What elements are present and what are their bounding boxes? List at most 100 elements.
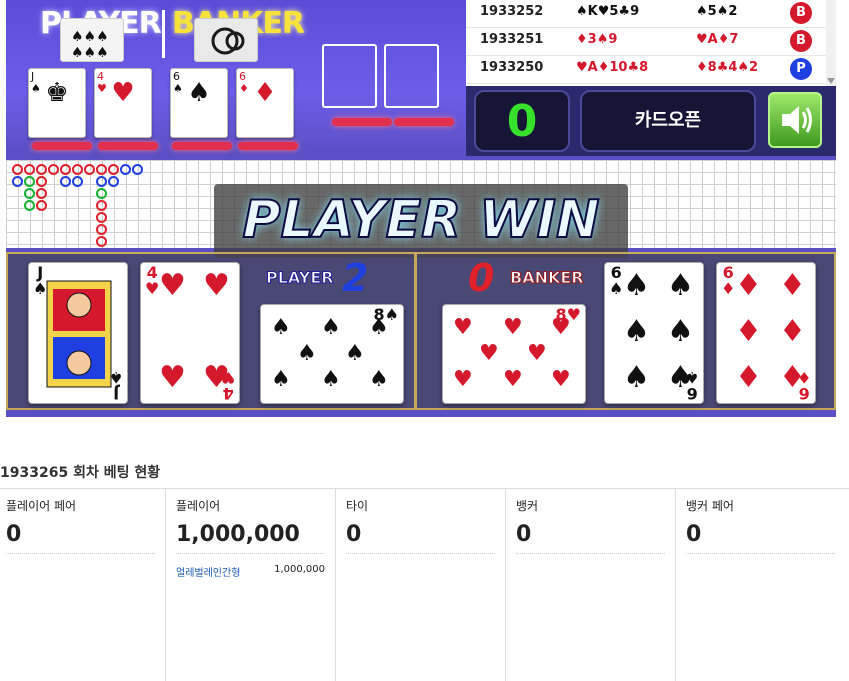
result-badge: P (790, 58, 812, 80)
road-bead (36, 188, 47, 199)
spade-icon: ♠ (667, 268, 694, 303)
bet-column-label: 플레이어 (176, 499, 221, 513)
bet-column-value: 0 (686, 522, 835, 554)
heart-icon: ♥ (527, 341, 547, 366)
spade-icon: ♠ (369, 367, 389, 392)
diamond-icon: ♦ (735, 268, 762, 303)
card-corner: 6 ♦ (796, 368, 811, 403)
banker-score: 0 (468, 256, 495, 300)
card-corner: 6 ♦ (721, 263, 736, 298)
bet-column-banker-pair: 뱅커 페어 0 (676, 489, 845, 681)
spade-icon: ♠ (321, 315, 341, 340)
spade-icon: ♠ (345, 341, 365, 366)
mini-card: 6 ♠ ♠ (170, 68, 228, 138)
result-badge: B (790, 30, 812, 52)
svg-text:♠♠♠: ♠♠♠ (71, 29, 109, 45)
road-bead (108, 176, 119, 187)
road-bead (36, 200, 47, 211)
road-bead (60, 164, 71, 175)
road-bead (12, 164, 23, 175)
history-scrollbar[interactable] (826, 0, 836, 86)
bet-column-label: 플레이어 페어 (6, 499, 77, 513)
spade-icon: ♠ (321, 367, 341, 392)
mini-card: J ♠ ♚ (28, 68, 86, 138)
road-bead (24, 164, 35, 175)
card-corner: J ♠ (108, 368, 123, 403)
banker-card-2: 6 ♦ ♦ ♦ ♦ ♦ ♦ ♦ 6 ♦ (716, 262, 816, 404)
spade-icon: ♠ (271, 367, 291, 392)
banker-card-3: 8♥ ♥ ♥ ♥ ♥ ♥ ♥ ♥ ♥ (442, 304, 586, 404)
bettor-name-link[interactable]: 얼레벌레인간형 (176, 564, 240, 579)
card-corner: 6 ♠ (684, 368, 699, 403)
card-pad (332, 118, 392, 126)
bet-column-player-pair: 플레이어 페어 0 (0, 489, 166, 681)
card-pad (238, 142, 298, 150)
bet-column-label: 뱅커 페어 (686, 499, 734, 513)
round-number: 1933250 (480, 60, 544, 75)
bet-column-tie: 타이 0 (336, 489, 506, 681)
player-cards-text: ♠K♥5♣9 (576, 4, 640, 19)
heart-icon: ♥ (453, 367, 473, 392)
road-bead (48, 164, 59, 175)
betting-status-title: 1933265 회차 베팅 현황 (0, 465, 161, 481)
banker-label: BANKER (510, 268, 585, 288)
baccarat-game-board: PLAYER BANKER ♠♠♠♠♠♠ J♠♚ 4♥♥ 6♠♠ 6♦♦ 193… (6, 0, 836, 417)
banker-cards-text: ♥A♦7 (696, 32, 739, 47)
banker-deck (194, 18, 258, 62)
win-banner: PLAYER WIN (214, 184, 628, 258)
card-table: J ♠ J ♠ 4 ♥ ♥ ♥ ♥ ♥ 4 ♥ PLAYER 2 8♠ ♠ ♠ ♠ (6, 252, 836, 410)
mini-card: 6 ♦ ♦ (236, 68, 294, 138)
heart-icon: ♥ (203, 268, 230, 303)
road-bead (96, 236, 107, 247)
bet-column-value: 0 (346, 522, 495, 554)
player-score: 2 (342, 256, 369, 300)
heart-icon: ♥ (551, 315, 571, 340)
heart-icon: ♥ (503, 315, 523, 340)
round-history-list: 1933252 ♠K♥5♣9 ♠5♠2 B 1933251 ♦3♠9 ♥A♦7 … (466, 0, 836, 86)
diamond-icon: ♦ (735, 314, 762, 349)
player-card-1: J ♠ J ♠ (28, 262, 128, 404)
heart-icon: ♥ (159, 360, 186, 395)
player-cards-text: ♦3♠9 (576, 32, 618, 47)
heart-icon: ♥ (551, 367, 571, 392)
road-bead (120, 164, 131, 175)
card-pad (32, 142, 92, 150)
open-cards-button[interactable]: 카드오픈 (580, 90, 756, 152)
card-corner: 4 ♥ (220, 368, 235, 403)
road-bead (24, 176, 35, 187)
spade-icon: ♠ (623, 314, 650, 349)
bet-column-value: 0 (516, 522, 665, 554)
banker-cards-text: ♦8♣4♠2 (696, 60, 759, 75)
road-bead (84, 164, 95, 175)
brand-separator (162, 10, 165, 58)
bet-column-player: 플레이어 1,000,000 얼레벌레인간형 1,000,000 (166, 489, 336, 681)
bet-column-value: 1,000,000 (176, 522, 325, 554)
player-card-2: 4 ♥ ♥ ♥ ♥ ♥ 4 ♥ (140, 262, 240, 404)
spade-icon: ♠ (297, 341, 317, 366)
player-deck: ♠♠♠ ♠♠♠ (60, 18, 124, 62)
betting-grid: 플레이어 페어 0 플레이어 1,000,000 얼레벌레인간형 1,000,0… (0, 488, 849, 681)
diamond-icon: ♦ (735, 360, 762, 395)
bet-column-banker: 뱅커 0 (506, 489, 676, 681)
card-pad (172, 142, 232, 150)
heart-icon: ♥ (503, 367, 523, 392)
bead-road: PLAYER WIN (6, 156, 836, 258)
road-bead (60, 176, 71, 187)
card-corner: 4 ♥ (145, 263, 160, 298)
spade-icon: ♠ (369, 315, 389, 340)
bettor-entry: 얼레벌레인간형 1,000,000 (176, 564, 325, 579)
sound-toggle-button[interactable] (768, 92, 822, 148)
spade-icon: ♠ (271, 315, 291, 340)
win-banner-text: PLAYER WIN (241, 189, 600, 251)
banker-cards-text: ♠5♠2 (696, 4, 738, 19)
round-number: 1933251 (480, 32, 544, 47)
card-area-top: PLAYER BANKER ♠♠♠♠♠♠ J♠♚ 4♥♥ 6♠♠ 6♦♦ (6, 0, 466, 155)
road-bead (72, 176, 83, 187)
player-card-3: 8♠ ♠ ♠ ♠ ♠ ♠ ♠ ♠ ♠ (260, 304, 404, 404)
card-pad (98, 142, 158, 150)
spade-icon: ♠ (623, 268, 650, 303)
player-cards-text: ♥A♦10♣8 (576, 60, 649, 75)
table-divider (414, 254, 417, 408)
card-corner: 6 ♠ (609, 263, 624, 298)
scroll-down-icon[interactable] (827, 78, 835, 84)
